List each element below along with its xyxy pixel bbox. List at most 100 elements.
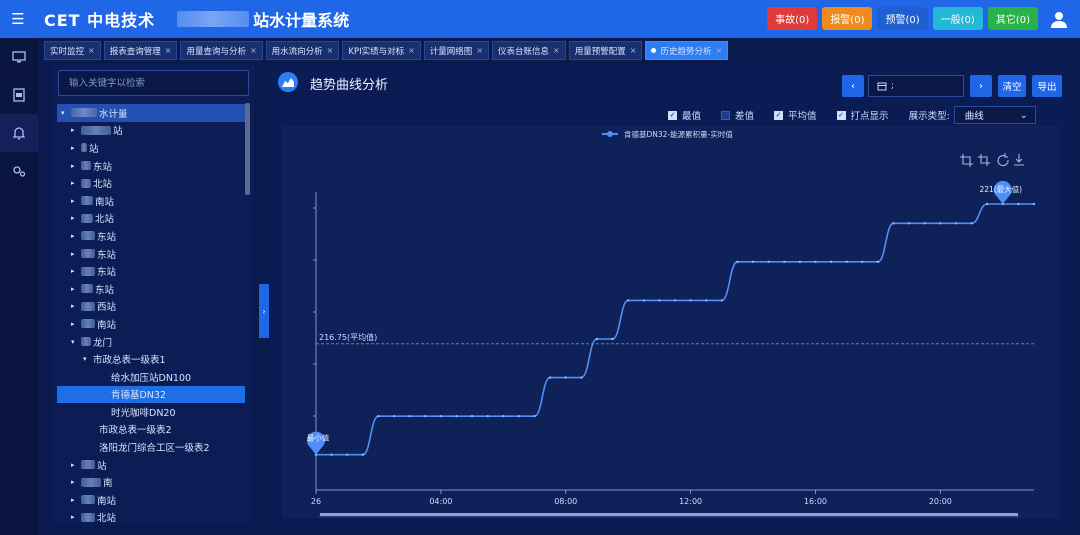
menu-toggle-icon[interactable]: ☰ bbox=[0, 0, 36, 38]
prev-date-button[interactable]: ‹ bbox=[842, 75, 864, 97]
tree-node[interactable]: ▸ 东站 bbox=[57, 262, 245, 280]
series-point bbox=[970, 222, 973, 225]
alarm-button-1[interactable]: 报警(0) bbox=[822, 7, 873, 30]
tree-node[interactable]: ▸ 东站 bbox=[57, 280, 245, 298]
tree-node[interactable]: 给水加压站DN100 bbox=[57, 368, 245, 386]
collapse-panel-chevron-icon[interactable]: › bbox=[259, 284, 269, 338]
tree-node[interactable]: 时光咖啡DN20 bbox=[57, 403, 245, 421]
page-title: 趋势曲线分析 bbox=[310, 78, 389, 93]
tree-node[interactable]: 洛阳龙门综合工区一级表2 bbox=[57, 438, 245, 456]
tree-node[interactable]: ▾ 龙门 bbox=[57, 333, 245, 351]
tree-node[interactable]: ▸ 站 bbox=[57, 139, 245, 157]
tab-1[interactable]: 报表查询管理 × bbox=[103, 41, 178, 60]
tree-node-label: 给水加压站DN100 bbox=[111, 372, 192, 384]
zoom-reset-icon[interactable] bbox=[978, 154, 990, 166]
close-tab-icon[interactable]: × bbox=[476, 46, 483, 55]
zoom-select-icon[interactable] bbox=[960, 154, 973, 167]
tree-node[interactable]: ▸ 东站 bbox=[57, 227, 245, 245]
tab-4[interactable]: KPI实绩与对标 × bbox=[342, 41, 421, 60]
tree-node[interactable]: ▸ 北站 bbox=[57, 210, 245, 228]
series-point bbox=[346, 453, 349, 456]
trend-chart-svg: 肯德基DN32-能源累积量-实时值 26 04:00 08:00 12:00 16:00 2… bbox=[307, 129, 1036, 535]
tab-label: 实时监控 bbox=[50, 46, 85, 57]
close-tab-icon[interactable]: × bbox=[715, 46, 722, 55]
option-1[interactable]: 差值 bbox=[721, 108, 754, 122]
tab-label: 用量预警配置 bbox=[574, 46, 626, 57]
settings-icon[interactable] bbox=[0, 152, 38, 190]
tree-node[interactable]: ▸ 南站 bbox=[57, 315, 245, 333]
tree-node[interactable]: ▸ 南站 bbox=[57, 491, 245, 509]
tree-node[interactable]: ▸ 北站 bbox=[57, 174, 245, 192]
tree-node-label: 南站 bbox=[95, 196, 115, 208]
close-tab-icon[interactable]: × bbox=[553, 46, 560, 55]
user-avatar-icon[interactable] bbox=[1048, 8, 1070, 30]
tree-scrollbar[interactable] bbox=[245, 103, 250, 195]
option-label: 平均值 bbox=[788, 111, 817, 122]
tree-search-input[interactable] bbox=[58, 70, 249, 96]
display-type-select[interactable]: 曲线 ⌄ bbox=[953, 106, 1036, 124]
tree-node[interactable]: 市政总表一级表2 bbox=[57, 421, 245, 439]
x-tick-label: 20:00 bbox=[929, 497, 952, 506]
tab-label: 用水流向分析 bbox=[271, 46, 323, 57]
tab-0[interactable]: 实时监控 × bbox=[44, 41, 101, 60]
next-date-button[interactable]: › bbox=[970, 75, 992, 97]
monitor-icon[interactable] bbox=[0, 38, 38, 76]
redacted-text bbox=[81, 266, 95, 276]
tab-6[interactable]: 仪表台账信息 × bbox=[492, 41, 566, 60]
tree-root[interactable]: ▾ 水计量 bbox=[57, 104, 245, 122]
caret-icon: ▸ bbox=[71, 513, 75, 522]
option-2[interactable]: ✓ 平均值 bbox=[774, 108, 817, 122]
option-3[interactable]: ✓ 打点显示 bbox=[836, 108, 889, 122]
series-point bbox=[517, 414, 521, 418]
series-point bbox=[642, 299, 645, 302]
close-tab-icon[interactable]: × bbox=[327, 46, 334, 55]
clear-button[interactable]: 清空 bbox=[998, 75, 1026, 97]
legend-marker bbox=[607, 131, 613, 137]
tab-5[interactable]: 计量网络图 × bbox=[423, 41, 490, 60]
download-icon[interactable] bbox=[1014, 154, 1024, 166]
tree-node[interactable]: ▸ 北站 bbox=[57, 509, 245, 526]
date-value: ; bbox=[891, 81, 895, 91]
date-picker-input[interactable]: ; bbox=[868, 75, 964, 97]
zoom-slider-bar bbox=[320, 513, 1018, 516]
redacted-text bbox=[81, 161, 91, 171]
tree-node[interactable]: ▸ 站 bbox=[57, 122, 245, 140]
brand-logo: CET 中电技术 bbox=[44, 11, 156, 30]
series-point bbox=[985, 202, 989, 206]
x-tick-label: 12:00 bbox=[679, 497, 702, 506]
tree-node[interactable]: ▾ 市政总表一级表1 bbox=[57, 350, 245, 368]
close-tab-icon[interactable]: × bbox=[250, 46, 257, 55]
close-tab-icon[interactable]: × bbox=[408, 46, 415, 55]
tab-7[interactable]: 用量预警配置 × bbox=[568, 41, 643, 60]
alarm-button-2[interactable]: 预警(0) bbox=[877, 7, 928, 30]
tree-node[interactable]: ▸ 南 bbox=[57, 473, 245, 491]
tree-node[interactable]: ▸ 西站 bbox=[57, 298, 245, 316]
series-point bbox=[798, 260, 802, 264]
tree-node-label: 水计量 bbox=[99, 108, 128, 120]
refresh-icon[interactable] bbox=[997, 153, 1009, 167]
tree-node-label: 北站 bbox=[95, 214, 115, 226]
tree-node[interactable]: ▸ 东站 bbox=[57, 157, 245, 175]
close-tab-icon[interactable]: × bbox=[88, 46, 95, 55]
caret-icon: ▸ bbox=[71, 179, 75, 188]
report-icon[interactable] bbox=[0, 76, 38, 114]
bell-icon[interactable] bbox=[0, 114, 38, 152]
tab-2[interactable]: 用量查询与分析 × bbox=[180, 41, 263, 60]
tree-node[interactable]: ▸ 东站 bbox=[57, 245, 245, 263]
alarm-button-3[interactable]: 一般(0) bbox=[932, 7, 983, 30]
option-0[interactable]: ✓ 最值 bbox=[668, 108, 701, 122]
tab-3[interactable]: 用水流向分析 × bbox=[265, 41, 340, 60]
series-point bbox=[455, 414, 458, 418]
tree-node[interactable]: ▸ 站 bbox=[57, 456, 245, 474]
tab-8[interactable]: 历史趋势分析 × bbox=[645, 41, 729, 60]
tree-node[interactable]: 肯德基DN32 bbox=[57, 385, 245, 404]
tree-node[interactable]: ▸ 南站 bbox=[57, 192, 245, 210]
close-tab-icon[interactable]: × bbox=[165, 46, 172, 55]
caret-icon: ▸ bbox=[71, 267, 75, 276]
series-point bbox=[408, 414, 411, 418]
export-button[interactable]: 导出 bbox=[1032, 75, 1062, 97]
alarm-button-0[interactable]: 事故(0) bbox=[767, 7, 818, 30]
close-tab-icon[interactable]: × bbox=[630, 46, 637, 55]
tree-panel: ▾水计量▸站▸站▸东站▸北站▸南站▸北站▸东站▸东站▸东站▸东站▸西站▸南站▾龙… bbox=[50, 64, 254, 526]
alarm-button-4[interactable]: 其它(0) bbox=[987, 7, 1038, 30]
